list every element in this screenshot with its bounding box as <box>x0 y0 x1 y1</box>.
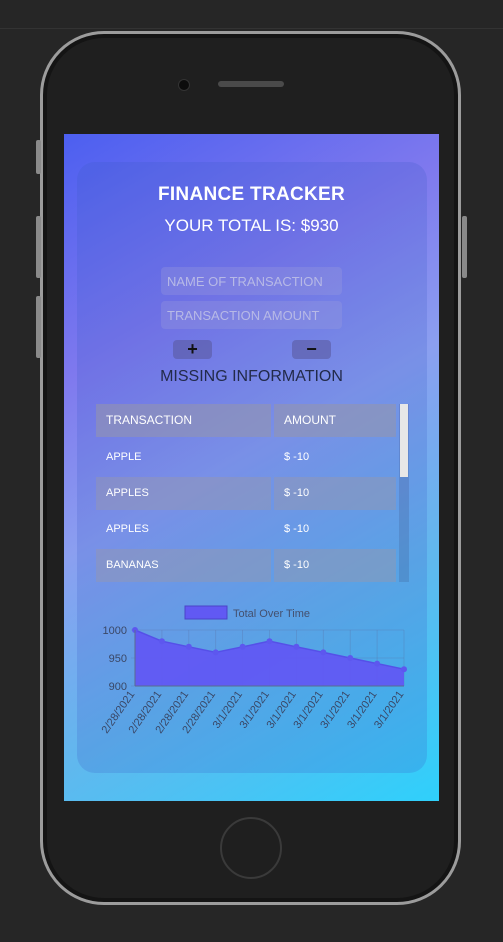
data-point <box>158 638 165 645</box>
data-point <box>239 643 246 650</box>
table-row: APPLES $ -10 <box>96 513 398 546</box>
transaction-name-input[interactable] <box>161 267 342 295</box>
transaction-name-cell: APPLES <box>106 523 149 535</box>
table-scrollbar[interactable] <box>399 404 409 582</box>
table-row: APPLES $ -10 <box>96 477 398 510</box>
phone-volume-up-button <box>36 216 41 278</box>
phone-power-button <box>462 216 467 278</box>
table-row: APPLE $ -10 <box>96 441 398 474</box>
data-point <box>185 643 192 650</box>
data-point <box>347 655 354 661</box>
transaction-amount-cell: $ -10 <box>274 477 396 510</box>
data-point <box>212 649 219 656</box>
transaction-amount-cell: $ -10 <box>284 523 310 535</box>
total-balance: YOUR TOTAL IS: $930 <box>164 216 339 235</box>
table-scrollbar-thumb[interactable] <box>400 404 408 477</box>
phone-volume-down-button <box>36 296 41 358</box>
data-point <box>401 666 407 673</box>
y-tick-label: 900 <box>109 681 127 693</box>
table-row: BANANAS $ -10 <box>96 549 398 582</box>
legend-label: Total Over Time <box>233 608 310 620</box>
header-amount: AMOUNT <box>274 404 396 437</box>
app-screen: FINANCE TRACKER YOUR TOTAL IS: $930 + − … <box>64 134 439 801</box>
table-header-row: TRANSACTION AMOUNT <box>96 404 398 437</box>
phone-camera <box>178 79 190 91</box>
data-point <box>293 643 300 650</box>
app-title: FINANCE TRACKER <box>157 184 346 205</box>
add-expense-button[interactable]: − <box>292 340 331 359</box>
data-point <box>266 638 273 645</box>
data-point <box>374 660 381 667</box>
home-button[interactable] <box>220 817 282 879</box>
phone-speaker <box>218 81 284 87</box>
transaction-name-cell: BANANAS <box>96 549 271 582</box>
header-transaction: TRANSACTION <box>96 404 271 437</box>
y-tick-label: 950 <box>109 653 127 665</box>
total-over-time-chart: Total Over Time10009509002/28/20212/28/2… <box>100 605 407 736</box>
transaction-amount-cell: $ -10 <box>274 549 396 582</box>
transaction-name-cell: APPLES <box>96 477 271 510</box>
data-point <box>320 649 327 656</box>
error-message: MISSING INFORMATION <box>160 368 343 385</box>
add-income-button[interactable]: + <box>173 340 212 359</box>
transaction-amount-input[interactable] <box>161 301 342 329</box>
transaction-name-cell: APPLE <box>106 451 142 463</box>
legend-swatch <box>184 605 228 620</box>
window-top-divider <box>0 28 503 29</box>
phone-mute-button <box>36 140 41 174</box>
transaction-amount-cell: $ -10 <box>284 451 310 463</box>
y-tick-label: 1000 <box>103 625 127 637</box>
transactions-table[interactable]: TRANSACTION AMOUNT APPLE $ -10 APPLES $ … <box>96 404 398 582</box>
